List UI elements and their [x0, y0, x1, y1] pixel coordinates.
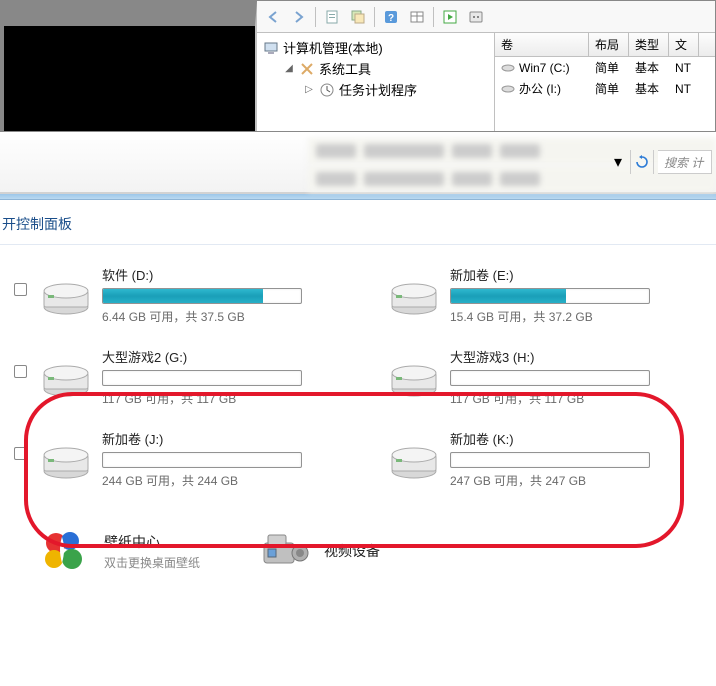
control-panel-label[interactable]: 开控制面板: [0, 200, 716, 245]
drive-freespace: 6.44 GB 可用，共 37.5 GB: [102, 308, 358, 325]
tree-scheduler-label: 任务计划程序: [339, 80, 417, 99]
vol-type: 基本: [629, 79, 669, 98]
drive-capacity-bar: [450, 288, 650, 304]
forward-button[interactable]: [287, 5, 311, 29]
separator: [315, 7, 316, 27]
run-icon[interactable]: [438, 5, 462, 29]
drive-icon: [388, 277, 440, 317]
separator: [374, 7, 375, 27]
drive-name: 大型游戏3 (H:): [450, 347, 706, 366]
vol-fs: NT: [669, 81, 699, 97]
top-section: ? 计算机管理(本地) ◢ 系统工具: [0, 0, 716, 132]
blurred-area: ▾: [0, 132, 716, 194]
drive-icon: [388, 359, 440, 399]
mgmt-toolbar: ?: [257, 1, 715, 33]
tree-node-scheduler[interactable]: ▷ 任务计划程序: [299, 79, 492, 100]
drive-name: 大型游戏2 (G:): [102, 347, 358, 366]
search-input[interactable]: [658, 150, 712, 174]
tools-icon: [299, 61, 315, 77]
tree-systools-label: 系统工具: [319, 59, 371, 78]
drive-item[interactable]: 软件 (D:) 6.44 GB 可用，共 37.5 GB: [40, 265, 358, 325]
disk-icon: [501, 84, 515, 94]
drive-name: 新加卷 (J:): [102, 429, 358, 448]
vol-name: Win7 (C:): [519, 61, 570, 75]
table-row[interactable]: 办公 (I:) 简单 基本 NT: [495, 78, 715, 99]
layers-icon[interactable]: [346, 5, 370, 29]
vol-type: 基本: [629, 58, 669, 77]
wallpaper-sub: 双击更换桌面壁纸: [104, 554, 200, 571]
drive-checkbox[interactable]: [14, 283, 27, 296]
doc-icon[interactable]: [320, 5, 344, 29]
drive-name: 新加卷 (K:): [450, 429, 706, 448]
col-type[interactable]: 类型: [629, 33, 669, 56]
collapse-icon[interactable]: ◢: [283, 63, 295, 74]
refresh-icon[interactable]: [630, 150, 654, 174]
tree-node-systools[interactable]: ◢ 系统工具: [279, 58, 492, 79]
table-row[interactable]: Win7 (C:) 简单 基本 NT: [495, 57, 715, 78]
video-title: 视频设备: [324, 541, 380, 561]
col-fs[interactable]: 文: [669, 33, 699, 56]
video-preview: [1, 1, 257, 131]
drive-icon: [40, 277, 92, 317]
camcorder-icon: [260, 529, 312, 573]
computer-icon: [263, 40, 279, 56]
drive-freespace: 117 GB 可用，共 117 GB: [450, 390, 706, 407]
mgmt-panel: ? 计算机管理(本地) ◢ 系统工具: [257, 1, 715, 131]
chevron-down-icon[interactable]: ▾: [610, 151, 626, 173]
props-icon[interactable]: [464, 5, 488, 29]
vol-name: 办公 (I:): [519, 80, 561, 97]
drive-item[interactable]: 大型游戏2 (G:) 117 GB 可用，共 117 GB: [40, 347, 358, 407]
drive-item[interactable]: 大型游戏3 (H:) 117 GB 可用，共 117 GB: [388, 347, 706, 407]
drive-checkbox[interactable]: [14, 365, 27, 378]
table-icon[interactable]: [405, 5, 429, 29]
vol-layout: 简单: [589, 79, 629, 98]
volume-table[interactable]: 卷 布局 类型 文 Win7 (C:) 简单 基本 NT 办公 (I:) 简单 …: [495, 33, 715, 131]
tree-view[interactable]: 计算机管理(本地) ◢ 系统工具 ▷ 任务计划程序: [257, 33, 495, 131]
drive-freespace: 247 GB 可用，共 247 GB: [450, 472, 706, 489]
bottom-items: 壁纸中心 双击更换桌面壁纸 视频设备: [0, 499, 716, 583]
drive-capacity-bar: [102, 452, 302, 468]
volume-header: 卷 布局 类型 文: [495, 33, 715, 57]
separator: [433, 7, 434, 27]
drive-icon: [40, 359, 92, 399]
vol-fs: NT: [669, 60, 699, 76]
search-bar: ▾: [610, 150, 712, 174]
drives-area: 软件 (D:) 6.44 GB 可用，共 37.5 GB 新加卷 (E:) 15…: [0, 245, 716, 499]
col-layout[interactable]: 布局: [589, 33, 629, 56]
drive-freespace: 244 GB 可用，共 244 GB: [102, 472, 358, 489]
drive-freespace: 15.4 GB 可用，共 37.2 GB: [450, 308, 706, 325]
mgmt-body: 计算机管理(本地) ◢ 系统工具 ▷ 任务计划程序: [257, 33, 715, 131]
drive-name: 软件 (D:): [102, 265, 358, 284]
help-icon[interactable]: ?: [379, 5, 403, 29]
vol-layout: 简单: [589, 58, 629, 77]
drive-item[interactable]: 新加卷 (E:) 15.4 GB 可用，共 37.2 GB: [388, 265, 706, 325]
drive-capacity-bar: [450, 452, 650, 468]
tree-root[interactable]: 计算机管理(本地): [259, 37, 492, 58]
drive-checkbox[interactable]: [14, 447, 27, 460]
video-device[interactable]: 视频设备: [260, 529, 380, 573]
drive-item[interactable]: 新加卷 (J:) 244 GB 可用，共 244 GB: [40, 429, 358, 489]
wallpaper-icon: [40, 529, 92, 573]
drive-capacity-bar: [102, 288, 302, 304]
expand-icon[interactable]: ▷: [303, 84, 315, 95]
wallpaper-center[interactable]: 壁纸中心 双击更换桌面壁纸: [40, 529, 200, 573]
drive-capacity-bar: [450, 370, 650, 386]
tree-root-label: 计算机管理(本地): [283, 38, 383, 57]
drive-icon: [40, 441, 92, 481]
drive-item[interactable]: 新加卷 (K:) 247 GB 可用，共 247 GB: [388, 429, 706, 489]
col-volume[interactable]: 卷: [495, 33, 589, 56]
disk-icon: [501, 63, 515, 73]
wallpaper-title: 壁纸中心: [104, 532, 200, 552]
drive-name: 新加卷 (E:): [450, 265, 706, 284]
drive-freespace: 117 GB 可用，共 117 GB: [102, 390, 358, 407]
clock-icon: [319, 82, 335, 98]
svg-text:?: ?: [388, 13, 394, 24]
drive-icon: [388, 441, 440, 481]
drive-capacity-bar: [102, 370, 302, 386]
back-button[interactable]: [261, 5, 285, 29]
